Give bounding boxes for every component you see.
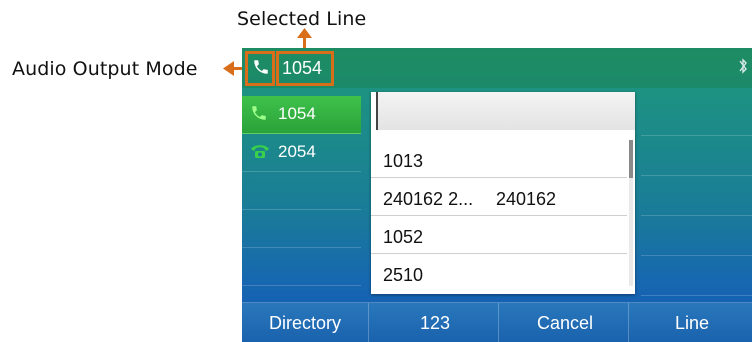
line-key-2054[interactable]: 2054 — [242, 134, 361, 172]
right-line-key[interactable] — [641, 96, 752, 136]
phone-screen: 1054 1054 2054 1013 240162 2... 240162 1… — [242, 48, 752, 342]
scrollbar-thumb[interactable] — [629, 140, 633, 178]
audio-mode-arrowhead — [223, 61, 234, 76]
list-item[interactable]: 1013 — [371, 140, 627, 178]
line-key-label: 2054 — [278, 142, 316, 161]
contact-number: 1013 — [383, 151, 424, 171]
number-suggestion-dropdown: 1013 240162 2... 240162 1052 2510 — [371, 92, 635, 294]
contact-extension: 240162 — [496, 189, 557, 209]
right-line-key[interactable] — [641, 256, 752, 296]
audio-mode-highlight — [245, 51, 275, 86]
list-item[interactable]: 1052 — [371, 216, 627, 254]
right-line-key[interactable] — [641, 176, 752, 216]
right-line-key[interactable] — [641, 136, 752, 176]
contact-number: 1052 — [383, 227, 424, 247]
softkey-123[interactable]: 123 — [372, 303, 499, 342]
desk-phone-icon — [250, 142, 270, 165]
line-key-empty[interactable] — [242, 248, 361, 286]
contact-number: 2510 — [383, 265, 424, 285]
list-item[interactable]: 2510 — [371, 254, 627, 292]
line-key-1054[interactable]: 1054 — [242, 96, 361, 134]
dial-input[interactable] — [376, 92, 635, 130]
softkey-line[interactable]: Line — [632, 303, 752, 342]
handset-icon — [250, 104, 268, 127]
contact-number: 240162 2... — [383, 189, 474, 209]
selected-line-arrowhead — [297, 28, 312, 38]
audio-output-mode-label: Audio Output Mode — [12, 58, 198, 80]
selected-line-highlight — [276, 51, 334, 86]
bluetooth-icon — [738, 57, 748, 75]
softkey-directory[interactable]: Directory — [242, 303, 369, 342]
line-key-empty[interactable] — [242, 210, 361, 248]
right-line-key[interactable] — [641, 216, 752, 256]
line-key-empty[interactable] — [242, 172, 361, 210]
softkey-cancel[interactable]: Cancel — [502, 303, 629, 342]
selected-line-label: Selected Line — [237, 8, 367, 30]
line-key-label: 1054 — [278, 104, 316, 123]
list-item[interactable]: 240162 2... 240162 — [371, 178, 627, 216]
softkey-bar: Directory 123 Cancel Line — [242, 302, 752, 342]
